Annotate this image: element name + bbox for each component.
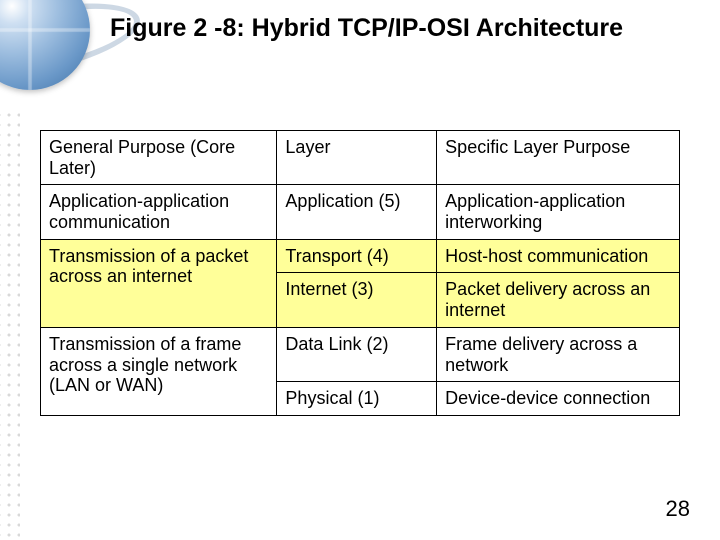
header-layer: Layer: [277, 131, 437, 185]
cell-internet-layer: Internet (3): [277, 273, 437, 327]
cell-transport-layer: Transport (4): [277, 239, 437, 273]
table-row: Transmission of a frame across a single …: [41, 327, 680, 381]
globe-icon: [0, 0, 90, 90]
cell-internet-specific: Packet delivery across an internet: [437, 273, 680, 327]
table-row: Transmission of a packet across an inter…: [41, 239, 680, 273]
page-number: 28: [666, 496, 690, 522]
cell-app-general: Application-application communication: [41, 185, 277, 239]
table-row: Application-application communication Ap…: [41, 185, 680, 239]
architecture-table-wrap: General Purpose (Core Later) Layer Speci…: [40, 130, 680, 416]
cell-datalink-layer: Data Link (2): [277, 327, 437, 381]
header-general-purpose: General Purpose (Core Later): [41, 131, 277, 185]
figure-title: Figure 2 -8: Hybrid TCP/IP-OSI Architect…: [110, 14, 700, 43]
cell-datalink-specific: Frame delivery across a network: [437, 327, 680, 381]
dot-pattern-deco: [0, 110, 20, 540]
cell-transport-specific: Host-host communication: [437, 239, 680, 273]
cell-physical-layer: Physical (1): [277, 382, 437, 416]
cell-packet-general: Transmission of a packet across an inter…: [41, 239, 277, 327]
cell-app-layer: Application (5): [277, 185, 437, 239]
table-header-row: General Purpose (Core Later) Layer Speci…: [41, 131, 680, 185]
cell-app-specific: Application-application interworking: [437, 185, 680, 239]
cell-frame-general: Transmission of a frame across a single …: [41, 327, 277, 415]
architecture-table: General Purpose (Core Later) Layer Speci…: [40, 130, 680, 416]
cell-physical-specific: Device-device connection: [437, 382, 680, 416]
header-specific-purpose: Specific Layer Purpose: [437, 131, 680, 185]
